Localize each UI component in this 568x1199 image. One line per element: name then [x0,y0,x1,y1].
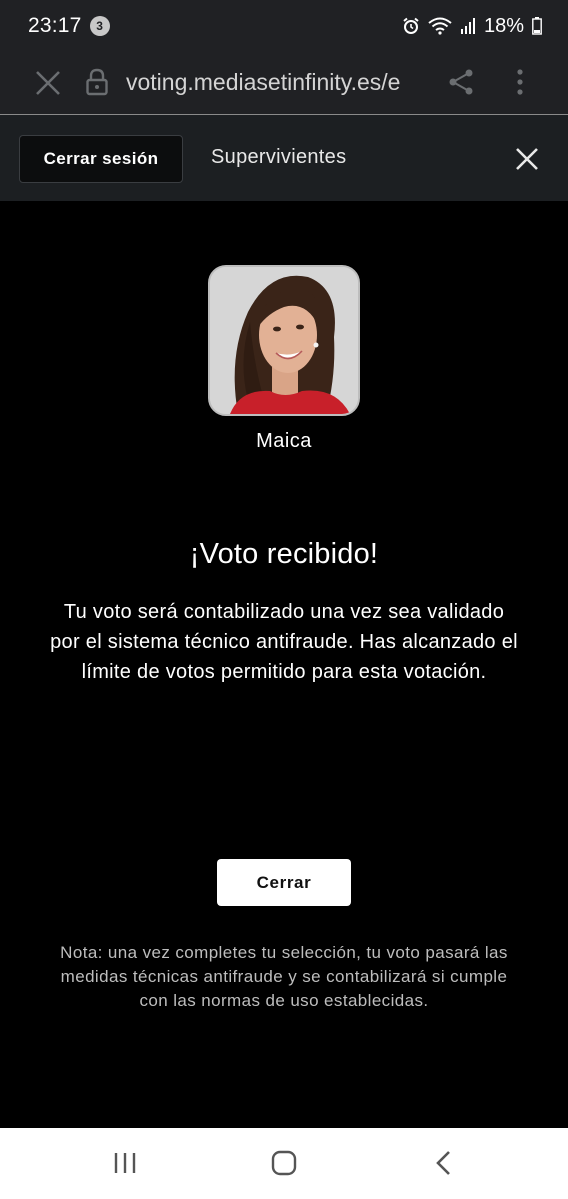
contestant-photo [208,265,360,416]
logout-button[interactable]: Cerrar sesión [19,135,183,183]
status-bar: 23:17 3 18% [0,0,568,52]
wifi-icon [428,17,452,35]
antifraud-note: Nota: una vez completes tu selección, tu… [60,943,508,1010]
system-navigation-bar [0,1128,568,1199]
alarm-icon [403,17,419,34]
app-header: Cerrar sesión Supervivientes [0,115,568,201]
vote-received-title: ¡Voto recibido! [189,538,379,570]
signal-icon [460,18,475,34]
battery-icon [532,17,542,35]
close-icon[interactable] [512,144,542,174]
back-icon[interactable] [434,1150,452,1176]
browser-url-bar: voting.mediasetinfinity.es/e [0,52,568,115]
contestant-name: Maica [256,430,312,452]
status-icons: 18% [402,15,542,38]
url-address-field[interactable]: voting.mediasetinfinity.es/e [126,69,426,99]
vote-received-message: Tu voto será contabilizado una vez sea v… [50,601,518,683]
header-title: Supervivientes [211,146,347,168]
close-tab-icon[interactable] [34,69,62,97]
notification-count-badge: 3 [89,16,110,36]
more-vert-icon[interactable] [516,68,524,96]
share-icon[interactable] [448,68,474,96]
home-icon[interactable] [271,1150,297,1176]
lock-icon[interactable] [86,68,108,96]
recent-apps-icon[interactable] [113,1152,137,1174]
close-button[interactable]: Cerrar [217,859,351,906]
battery-percentage: 18% [483,14,524,37]
status-time: 23:17 [28,14,82,37]
